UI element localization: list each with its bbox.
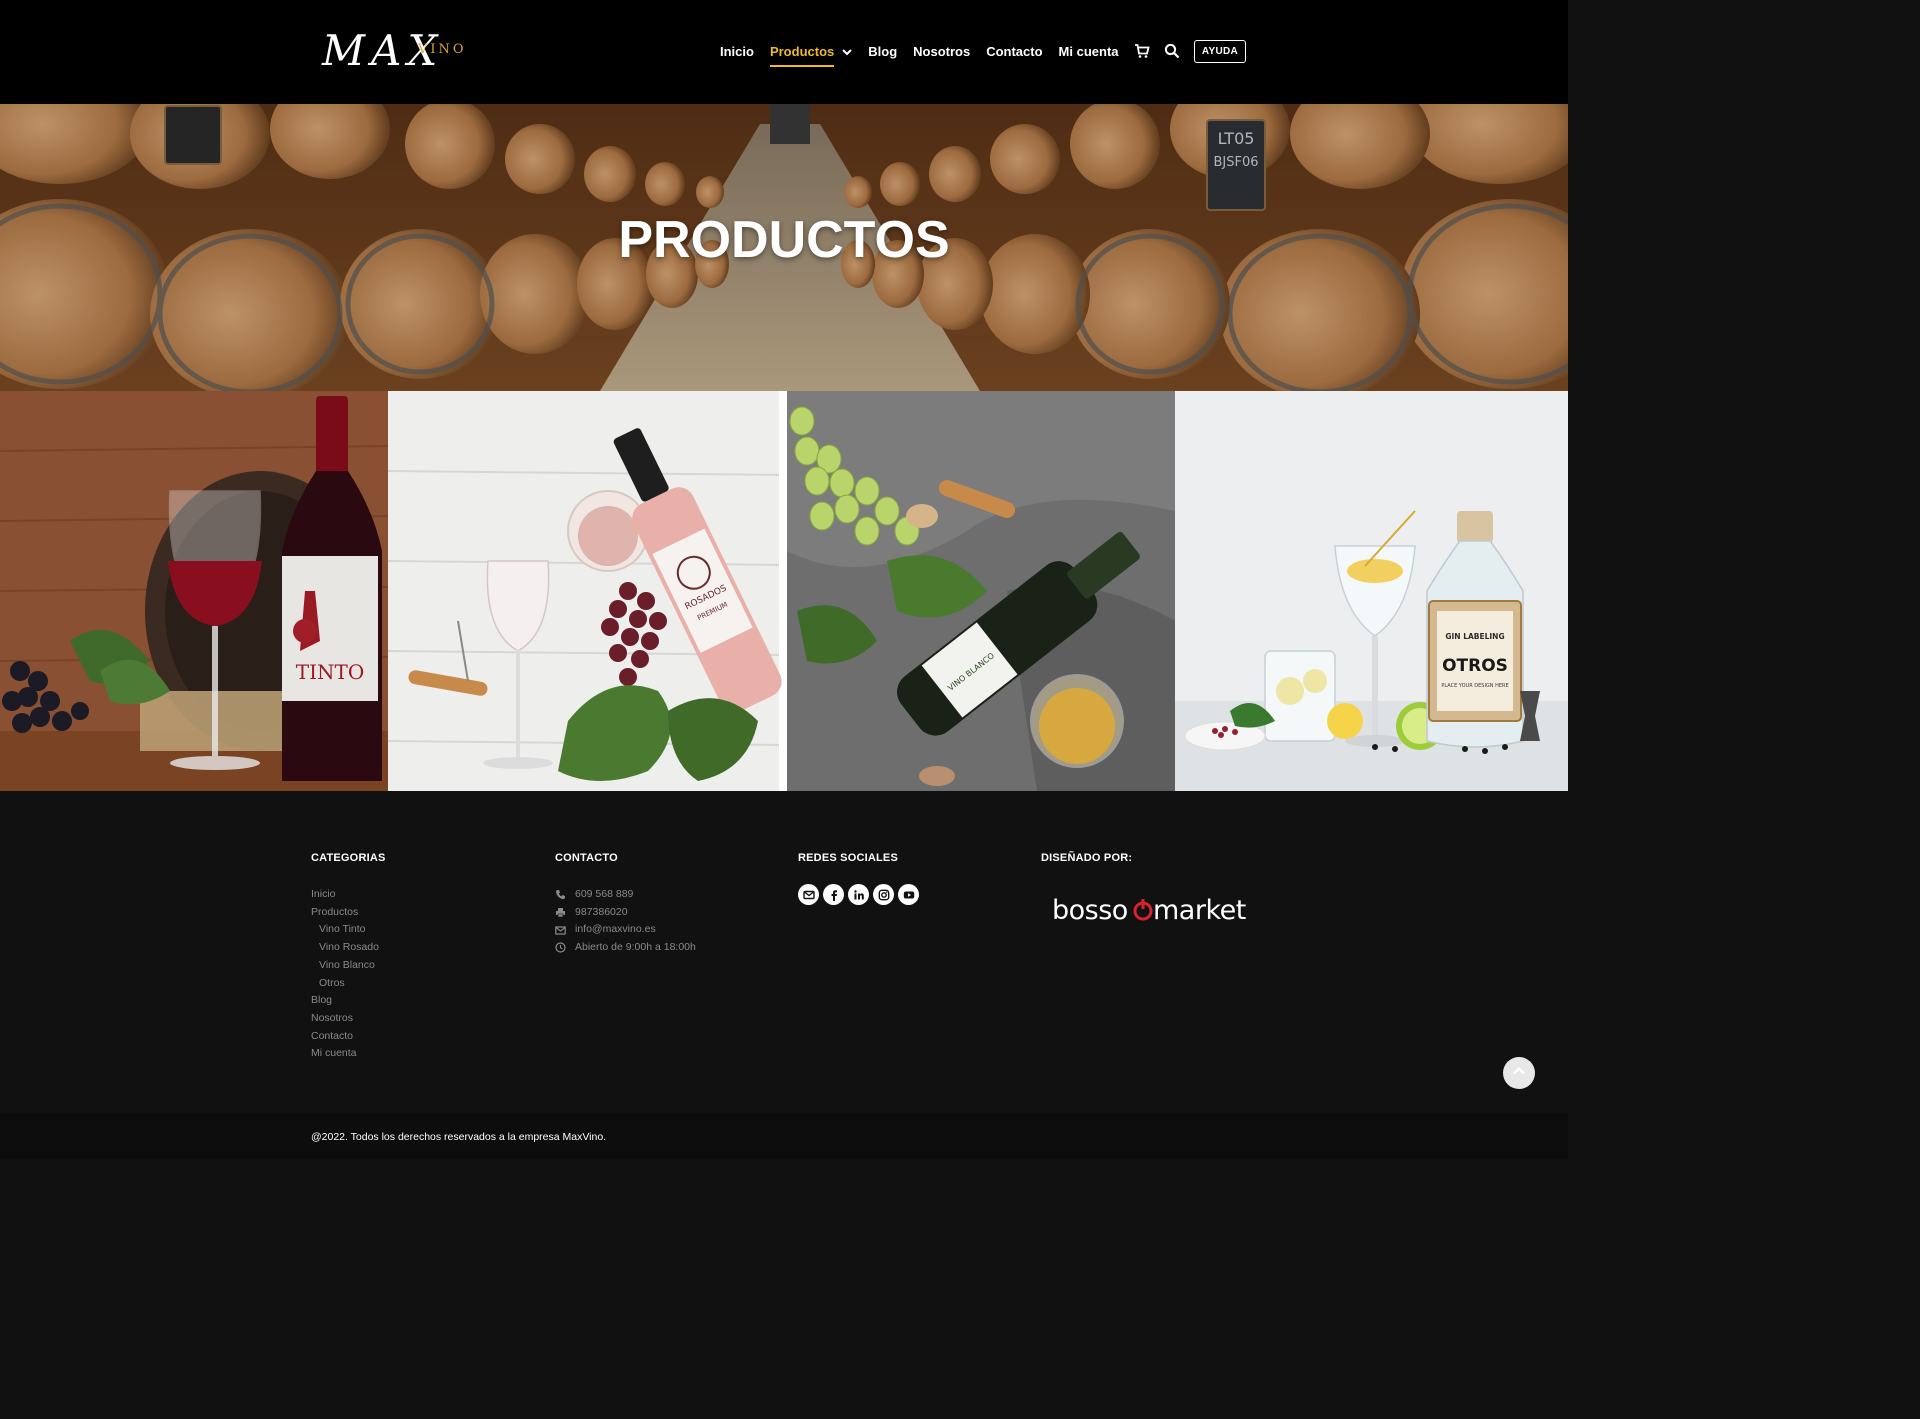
hero-banner: LT05 BJSF06 PRODUCTOS bbox=[0, 104, 1568, 391]
footer-contact: CONTACTO 609 568 889 987386020 info@maxv… bbox=[555, 852, 696, 957]
help-button[interactable]: AYUDA bbox=[1194, 40, 1246, 63]
footer-link-productos[interactable]: Productos bbox=[311, 904, 386, 922]
clock-icon bbox=[555, 942, 566, 954]
page-title: PRODUCTOS bbox=[618, 211, 950, 269]
tile-otros[interactable]: GIN LABELING OTROS PLACE YOUR DESIGN HER… bbox=[1175, 391, 1568, 791]
contact-hours-text: Abierto de 9:00h a 18:00h bbox=[575, 941, 696, 954]
footer-link-contacto[interactable]: Contacto bbox=[311, 1028, 386, 1046]
tile-vino-blanco[interactable]: VINO BLANCO bbox=[787, 391, 1175, 791]
phone-icon bbox=[555, 889, 566, 900]
facebook-icon[interactable] bbox=[823, 884, 844, 905]
footer-link-otros[interactable]: Otros bbox=[311, 975, 386, 993]
tile-sublabel-otros: GIN LABELING bbox=[1445, 632, 1504, 641]
tile-vino-rosado[interactable]: ROSADOS PREMIUM bbox=[388, 391, 787, 791]
contact-hours: Abierto de 9:00h a 18:00h bbox=[555, 939, 696, 957]
logo-vino-text: VINO bbox=[418, 42, 467, 57]
nav-productos[interactable]: Productos bbox=[769, 40, 835, 67]
footer-categories: CATEGORIAS Inicio Productos Vino Tinto V… bbox=[311, 852, 386, 1063]
chevron-up-icon bbox=[1512, 1064, 1526, 1083]
tile-small-otros: PLACE YOUR DESIGN HERE bbox=[1441, 683, 1508, 689]
linkedin-icon[interactable] bbox=[848, 884, 869, 905]
footer-link-vino-tinto[interactable]: Vino Tinto bbox=[311, 921, 386, 939]
footer-link-inicio[interactable]: Inicio bbox=[311, 886, 386, 904]
search-icon[interactable] bbox=[1164, 43, 1180, 59]
contact-fax[interactable]: 987386020 bbox=[555, 904, 696, 922]
footer-link-vino-rosado[interactable]: Vino Rosado bbox=[311, 939, 386, 957]
contact-phone-text: 609 568 889 bbox=[575, 888, 634, 900]
footer-link-nosotros[interactable]: Nosotros bbox=[311, 1010, 386, 1028]
copyright-text: @2022. Todos los derechos reservados a l… bbox=[311, 1131, 607, 1143]
chevron-down-icon[interactable] bbox=[842, 44, 852, 62]
nav-contacto[interactable]: Contacto bbox=[986, 40, 1042, 63]
fax-icon bbox=[555, 907, 566, 918]
tile-label-otros: OTROS bbox=[1442, 656, 1508, 676]
svg-text:bosso: bosso bbox=[1052, 895, 1128, 926]
contact-phone[interactable]: 609 568 889 bbox=[555, 886, 696, 904]
nav-nosotros[interactable]: Nosotros bbox=[913, 40, 970, 63]
social-icons bbox=[798, 884, 919, 905]
nav-mi-cuenta[interactable]: Mi cuenta bbox=[1059, 40, 1119, 63]
cart-icon[interactable] bbox=[1134, 43, 1150, 59]
contact-email-text: info@maxvino.es bbox=[575, 923, 656, 936]
svg-text:marketing: marketing bbox=[1153, 895, 1248, 926]
copyright-bar: @2022. Todos los derechos reservados a l… bbox=[0, 1113, 1568, 1159]
footer-social-heading: REDES SOCIALES bbox=[798, 852, 898, 864]
bosso-marketing-logo[interactable]: bosso marketing bbox=[1052, 893, 1287, 934]
footer-link-blog[interactable]: Blog bbox=[311, 992, 386, 1010]
main-nav: Inicio Productos Blog Nosotros Contacto … bbox=[720, 40, 1119, 67]
site-logo[interactable]: MAX VINO bbox=[322, 28, 472, 78]
tile-label-tinto: TINTO bbox=[296, 660, 364, 684]
site-header: MAX VINO Inicio Productos Blog Nosotros … bbox=[0, 0, 1568, 104]
footer-designer-heading: DISEÑADO POR: bbox=[1041, 852, 1133, 864]
scroll-to-top-button[interactable] bbox=[1503, 1057, 1535, 1089]
nav-inicio[interactable]: Inicio bbox=[720, 40, 754, 63]
contact-fax-text: 987386020 bbox=[575, 905, 628, 918]
contact-email[interactable]: info@maxvino.es bbox=[555, 921, 696, 939]
youtube-icon[interactable] bbox=[898, 884, 919, 905]
email-icon[interactable] bbox=[798, 884, 819, 905]
footer-categories-heading: CATEGORIAS bbox=[311, 852, 386, 864]
instagram-icon[interactable] bbox=[873, 884, 894, 905]
footer-social: REDES SOCIALES bbox=[798, 852, 919, 905]
tile-vino-tinto[interactable]: TINTO bbox=[0, 391, 388, 791]
footer-link-mi-cuenta[interactable]: Mi cuenta bbox=[311, 1045, 386, 1063]
footer-link-vino-blanco[interactable]: Vino Blanco bbox=[311, 957, 386, 975]
footer-designer: DISEÑADO POR: bbox=[1041, 852, 1132, 886]
header-icons bbox=[1134, 43, 1180, 59]
nav-blog[interactable]: Blog bbox=[868, 40, 897, 63]
footer-contact-heading: CONTACTO bbox=[555, 852, 618, 864]
product-categories: TINTO ROSADOS PREMIUM VINO BLANCO GIN LA… bbox=[0, 391, 1568, 791]
site-footer: CATEGORIAS Inicio Productos Vino Tinto V… bbox=[0, 791, 1568, 1113]
envelope-icon bbox=[555, 925, 566, 936]
